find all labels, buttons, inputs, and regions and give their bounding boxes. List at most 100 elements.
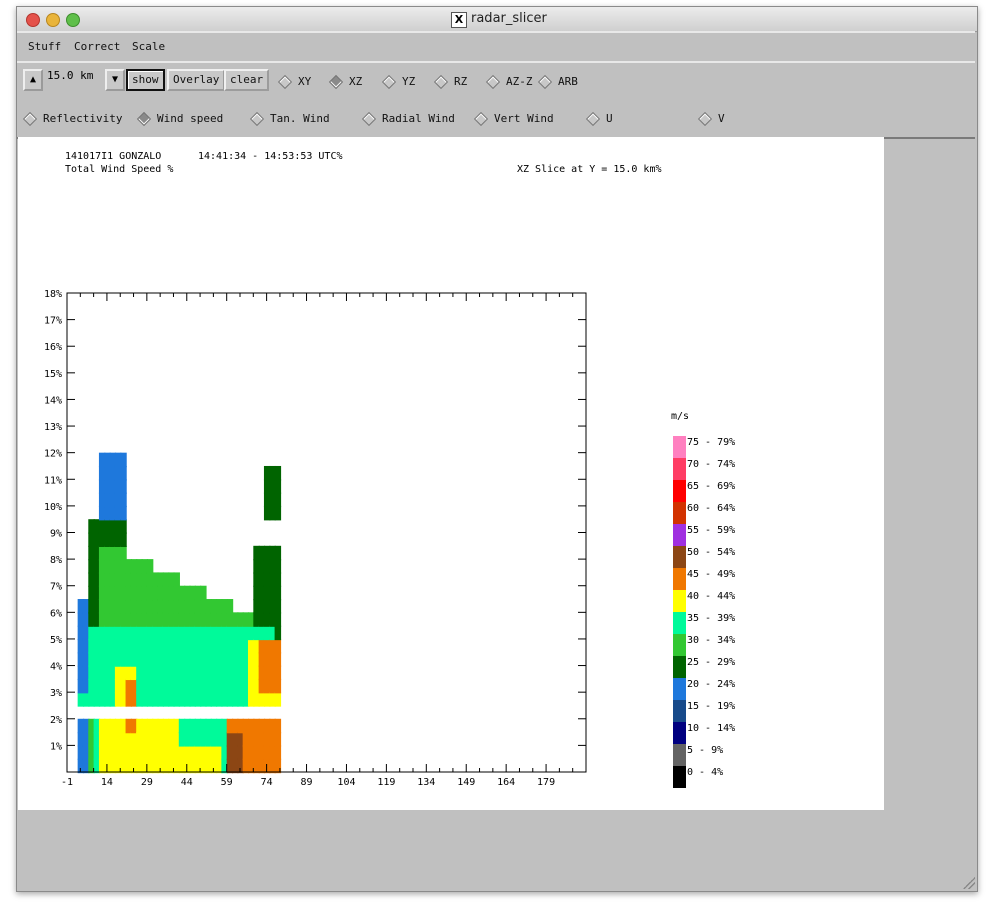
resize-grip-icon[interactable] <box>963 877 975 889</box>
minimize-button[interactable] <box>46 13 60 27</box>
field-cell <box>274 559 282 574</box>
legend-unit: m/s <box>671 411 689 422</box>
radio-slice-yz[interactable]: YZ <box>381 74 415 90</box>
menu-stuff[interactable]: Stuff <box>28 40 61 53</box>
x-tick-label: 59 <box>221 777 233 788</box>
field-cell <box>274 612 282 627</box>
radio-field-v[interactable]: V <box>697 111 725 127</box>
x-tick-label: 29 <box>141 777 153 788</box>
legend-label: 20 - 24% <box>687 679 735 690</box>
field-cell <box>120 452 127 468</box>
radio-slice-xz[interactable]: XZ <box>328 74 362 90</box>
field-cell <box>274 625 282 641</box>
legend-label: 50 - 54% <box>687 547 735 558</box>
radio-diamond-icon <box>361 111 377 127</box>
x-tick-label: 134 <box>417 777 435 788</box>
field-cell <box>274 492 282 508</box>
radio-slice-arb[interactable]: ARB <box>537 74 578 90</box>
y-tick-label: 5% <box>50 635 62 646</box>
close-button[interactable] <box>26 13 40 27</box>
radio-slice-xy[interactable]: XY <box>277 74 311 90</box>
y-tick-label: 16% <box>44 342 62 353</box>
x-tick-label: 89 <box>301 777 313 788</box>
field-cell <box>146 559 154 574</box>
radio-field-radial-wind[interactable]: Radial Wind <box>361 111 455 127</box>
increase-km-button[interactable]: ▲ <box>23 69 43 91</box>
y-tick-label: 10% <box>44 502 62 513</box>
clear-button[interactable]: clear <box>224 69 270 91</box>
decrease-km-button[interactable]: ▼ <box>105 69 125 91</box>
radio-field-wind-speed[interactable]: Wind speed <box>136 111 223 127</box>
show-button[interactable]: show <box>126 69 165 91</box>
field-cell <box>274 505 282 521</box>
y-tick-label: 1% <box>50 741 62 752</box>
field-cell <box>120 505 127 521</box>
maximize-button[interactable] <box>66 13 80 27</box>
km-value: 15.0 km <box>47 69 94 82</box>
radio-diamond-icon <box>381 74 397 90</box>
field-cell <box>200 585 207 601</box>
field-cell <box>274 465 282 481</box>
y-tick-label: 7% <box>50 582 62 593</box>
x11-icon: X <box>451 12 467 28</box>
menu-scale[interactable]: Scale <box>132 40 165 53</box>
y-tick-label: 6% <box>50 608 62 619</box>
radio-diamond-icon <box>277 74 293 90</box>
radio-diamond-icon <box>485 74 501 90</box>
field-cell <box>274 652 282 667</box>
radio-field-reflectivity[interactable]: Reflectivity <box>22 111 122 127</box>
field-cell <box>120 519 127 534</box>
x-tick-label: 104 <box>337 777 355 788</box>
legend: 75 - 79% 70 - 74% 65 - 69% 60 - 64% 55 - 59%… <box>673 436 735 788</box>
radio-diamond-icon <box>537 74 553 90</box>
radio-field-tan-wind[interactable]: Tan. Wind <box>249 111 330 127</box>
radio-diamond-icon <box>136 111 152 127</box>
legend-label: 40 - 44% <box>687 591 735 602</box>
legend-label: 25 - 29% <box>687 657 735 668</box>
legend-label: 0 - 4% <box>687 767 723 778</box>
overlay-button[interactable]: Overlay <box>167 69 226 91</box>
field-cell <box>274 599 282 614</box>
legend-swatch <box>673 634 686 656</box>
radio-diamond-icon <box>22 111 38 127</box>
y-tick-label: 4% <box>50 662 62 673</box>
radio-diamond-icon <box>697 111 713 127</box>
field-cell <box>274 572 282 587</box>
legend-label: 60 - 64% <box>687 503 735 514</box>
x-tick-label: 44 <box>181 777 193 788</box>
y-tick-label: 14% <box>44 395 62 406</box>
legend-label: 55 - 59% <box>687 525 735 536</box>
x-tick-label: 119 <box>377 777 395 788</box>
field-cell <box>274 585 282 601</box>
x-tick-label: 74 <box>261 777 273 788</box>
legend-swatch <box>673 590 686 612</box>
radio-diamond-icon <box>328 74 344 90</box>
x-axis-labels: -1 14 29 44 59 74 89 104 119 134 149 164 179 <box>61 777 555 788</box>
y-tick-label: 11% <box>44 475 62 486</box>
x-tick-label: 14 <box>101 777 113 788</box>
legend-swatch <box>673 502 686 524</box>
legend-label: 35 - 39% <box>687 613 735 624</box>
field-cell <box>173 572 180 587</box>
title-bar: X radar_slicer <box>17 7 977 32</box>
legend-swatch <box>673 568 686 590</box>
radio-slice-az-z[interactable]: AZ-Z <box>485 74 533 90</box>
x-tick-label: 149 <box>457 777 475 788</box>
y-tick-label: 2% <box>50 715 62 726</box>
menu-correct[interactable]: Correct <box>74 40 120 53</box>
legend-label: 5 - 9% <box>687 745 723 756</box>
legend-swatch <box>673 436 686 458</box>
radio-field-u[interactable]: U <box>585 111 613 127</box>
legend-swatch <box>673 656 686 678</box>
radio-diamond-icon <box>473 111 489 127</box>
field-cell <box>120 532 127 547</box>
radio-field-vert-wind[interactable]: Vert Wind <box>473 111 554 127</box>
legend-swatch <box>673 546 686 568</box>
radio-slice-rz[interactable]: RZ <box>433 74 467 90</box>
plot-canvas[interactable]: 141017I1 GONZALO 14:41:34 - 14:53:53 UTC… <box>18 137 884 810</box>
legend-label: 65 - 69% <box>687 481 735 492</box>
field-cell <box>226 599 234 614</box>
legend-label: 10 - 14% <box>687 723 735 734</box>
legend-swatch <box>673 766 686 788</box>
window-title: radar_slicer <box>471 11 547 26</box>
